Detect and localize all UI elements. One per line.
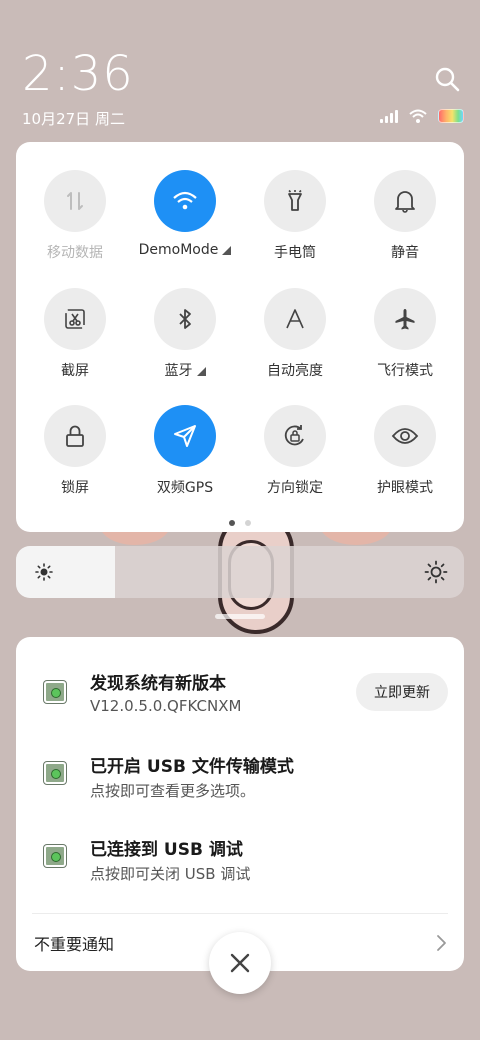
- bell-icon: [374, 170, 436, 232]
- tile-label: DemoMode: [138, 242, 219, 258]
- tile-label: 双频GPS: [156, 480, 214, 496]
- rotation-lock-icon: [264, 405, 326, 467]
- status-icons: [380, 108, 464, 124]
- page-dot: [245, 520, 251, 526]
- tile-label: 护眼模式: [377, 480, 433, 496]
- notification-body: 点按即可查看更多选项。: [90, 782, 256, 800]
- notification-body: V12.0.5.0.QFKCNXM: [90, 697, 242, 715]
- bluetooth-icon: [154, 288, 216, 350]
- expand-triangle-icon: [222, 246, 232, 255]
- page-indicator: [0, 520, 480, 526]
- drag-handle[interactable]: [215, 614, 265, 619]
- clear-all-button[interactable]: [209, 932, 271, 994]
- auto-brightness-icon: [264, 288, 326, 350]
- lock-icon: [44, 405, 106, 467]
- tile-eye-comfort[interactable]: 护眼模式: [350, 405, 460, 497]
- notification-body: 点按即可关闭 USB 调试: [90, 865, 251, 883]
- clock: 2:36: [22, 46, 134, 102]
- gps-icon: [154, 405, 216, 467]
- tile-auto-brightness[interactable]: 自动亮度: [240, 288, 350, 380]
- settings-app-icon: [44, 762, 66, 784]
- notification-panel: 发现系统有新版本 V12.0.5.0.QFKCNXM 立即更新 已开启 USB …: [16, 637, 464, 971]
- chevron-right-icon[interactable]: [434, 933, 448, 953]
- tile-mobile-data[interactable]: 移动数据: [20, 170, 130, 262]
- flashlight-icon: [264, 170, 326, 232]
- tile-gps[interactable]: 双频GPS: [130, 405, 240, 497]
- tile-label: 蓝牙: [164, 363, 193, 379]
- tile-lock-screen[interactable]: 锁屏: [20, 405, 130, 497]
- tile-screenshot[interactable]: 截屏: [20, 288, 130, 380]
- tile-silent[interactable]: 静音: [350, 170, 460, 262]
- tile-airplane[interactable]: 飞行模式: [350, 288, 460, 380]
- unimportant-notifications-link[interactable]: 不重要通知: [34, 931, 114, 955]
- signal-icon: [380, 109, 398, 123]
- notification-title: 已连接到 USB 调试: [90, 840, 243, 860]
- control-center-panel: 移动数据 DemoMode 手电筒 静音 截屏 蓝牙 自动亮度 飞行模式 锁屏 …: [16, 142, 464, 532]
- eye-icon: [374, 405, 436, 467]
- wifi-icon: [154, 170, 216, 232]
- search-icon[interactable]: [432, 64, 464, 96]
- mobile-data-icon: [44, 170, 106, 232]
- tile-label: 锁屏: [61, 480, 89, 496]
- brightness-low-icon: [35, 563, 53, 581]
- screenshot-icon: [44, 288, 106, 350]
- expand-triangle-icon: [196, 367, 206, 376]
- tile-label: 手电筒: [274, 245, 316, 261]
- date: 10月27日 周二: [22, 110, 125, 128]
- tile-rotation-lock[interactable]: 方向锁定: [240, 405, 350, 497]
- tile-label: 移动数据: [47, 245, 103, 261]
- notification-title: 已开启 USB 文件传输模式: [90, 757, 294, 777]
- notification-title: 发现系统有新版本: [90, 674, 226, 694]
- airplane-icon: [374, 288, 436, 350]
- brightness-slider[interactable]: [16, 546, 464, 598]
- wifi-status-icon: [409, 109, 427, 123]
- tile-label: 截屏: [61, 363, 89, 379]
- update-now-button[interactable]: 立即更新: [356, 673, 448, 711]
- tile-label: 自动亮度: [267, 363, 323, 379]
- tile-wifi[interactable]: DemoMode: [130, 170, 240, 258]
- battery-icon: [438, 109, 464, 123]
- tile-label: 静音: [391, 245, 419, 261]
- notification-item[interactable]: 已开启 USB 文件传输模式 点按即可查看更多选项。: [16, 752, 464, 812]
- page-dot-active: [229, 520, 235, 526]
- tile-flashlight[interactable]: 手电筒: [240, 170, 350, 262]
- brightness-fill: [16, 546, 115, 598]
- notification-item[interactable]: 已连接到 USB 调试 点按即可关闭 USB 调试: [16, 835, 464, 895]
- settings-app-icon: [44, 845, 66, 867]
- tile-label: 飞行模式: [377, 363, 433, 379]
- divider: [32, 913, 448, 914]
- tile-label: 方向锁定: [267, 480, 323, 496]
- close-icon: [230, 953, 250, 973]
- android-app-icon: [44, 681, 66, 703]
- brightness-high-icon: [424, 560, 448, 584]
- tile-bluetooth[interactable]: 蓝牙: [130, 288, 240, 380]
